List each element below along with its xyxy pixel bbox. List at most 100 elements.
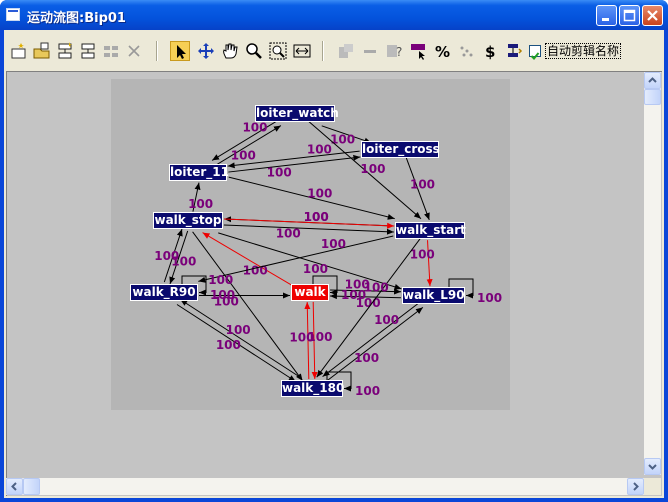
scroll-left-button[interactable] bbox=[6, 478, 23, 495]
delete-transition-button[interactable] bbox=[78, 41, 98, 61]
horizontal-scrollbar[interactable] bbox=[6, 478, 644, 495]
client-area: ? % $ 自动剪辑名称 100 100 100 100 100 100 100… bbox=[4, 30, 664, 498]
transition-weight-label: 100 bbox=[289, 331, 314, 345]
transition-weight-label: 100 bbox=[216, 338, 241, 352]
self-loop-weight-label: 100 bbox=[210, 288, 235, 302]
open-clip-button[interactable] bbox=[32, 41, 52, 61]
auto-clip-names-checkbox[interactable] bbox=[529, 45, 541, 60]
transition-weight-label: 100 bbox=[226, 323, 251, 337]
transition-weight-label: 100 bbox=[374, 313, 399, 327]
toolbar-separator bbox=[156, 41, 158, 61]
help-icon: ? bbox=[387, 45, 402, 59]
transition-weight-label: 100 bbox=[410, 247, 435, 261]
clip-node-walk_R90[interactable]: walk_R90 bbox=[130, 284, 198, 301]
random-icon bbox=[460, 46, 473, 57]
clip-node-walk[interactable]: walk bbox=[291, 284, 329, 301]
flag-icon bbox=[411, 44, 425, 60]
self-loop-weight-label: 100 bbox=[477, 291, 502, 305]
clip-node-walk_180[interactable]: walk_180 bbox=[281, 380, 344, 397]
horizontal-scroll-thumb[interactable] bbox=[23, 478, 40, 495]
clip-node-loiter_cross[interactable]: loiter_cross bbox=[361, 141, 440, 158]
transition-weight-label: 100 bbox=[354, 351, 379, 365]
marker-button[interactable] bbox=[504, 41, 524, 61]
script-icon bbox=[339, 44, 353, 58]
transition-edge-walk_stop-to-walk_180[interactable] bbox=[192, 231, 303, 382]
new-clip-button[interactable] bbox=[9, 41, 29, 61]
scrollbar-corner bbox=[644, 478, 661, 495]
random-button[interactable] bbox=[456, 41, 476, 61]
delete-icon bbox=[128, 45, 140, 57]
line-button[interactable] bbox=[360, 41, 380, 61]
app-icon bbox=[6, 8, 20, 21]
insert-transition-button[interactable] bbox=[55, 41, 75, 61]
svg-text:$: $ bbox=[485, 43, 495, 61]
pan-button[interactable] bbox=[220, 41, 240, 61]
transition-weight-label: 100 bbox=[307, 143, 332, 157]
transition-weight-label: 100 bbox=[171, 254, 196, 268]
transition-edge-walk_L90-to-walk_180[interactable] bbox=[322, 302, 420, 378]
clip-node-walk_stop[interactable]: walk_stop bbox=[153, 212, 223, 229]
dollar-button[interactable]: $ bbox=[480, 41, 500, 61]
scroll-right-icon bbox=[633, 482, 639, 491]
move-icon bbox=[198, 43, 214, 59]
transition-weight-label: 100 bbox=[330, 132, 355, 146]
transition-weight-label: 100 bbox=[267, 165, 292, 179]
select-icon bbox=[177, 45, 186, 59]
scroll-up-button[interactable] bbox=[644, 72, 661, 89]
graph-area[interactable]: 100 100 100 100 100 100 100 100 100 100 100 100 100 1… bbox=[111, 79, 510, 410]
delete-transition-icon bbox=[81, 43, 95, 59]
vertical-scrollbar[interactable] bbox=[644, 72, 661, 475]
transition-weight-label: 100 bbox=[276, 227, 301, 241]
maximize-button[interactable] bbox=[619, 5, 640, 26]
self-loop-weight-label: 100 bbox=[341, 288, 366, 302]
svg-text:?: ? bbox=[396, 45, 402, 59]
clip-node-walk_start[interactable]: walk_start bbox=[395, 222, 466, 239]
flag-button[interactable] bbox=[408, 41, 428, 61]
transition-weight-label: 100 bbox=[307, 187, 332, 201]
script-button[interactable] bbox=[336, 41, 356, 61]
select-button[interactable] bbox=[170, 41, 190, 61]
zoom-region-icon bbox=[269, 42, 287, 60]
delete-button[interactable] bbox=[124, 41, 144, 61]
move-button[interactable] bbox=[196, 41, 216, 61]
checkmark-icon bbox=[530, 52, 540, 60]
minimize-button[interactable] bbox=[596, 5, 617, 26]
scroll-down-button[interactable] bbox=[644, 458, 661, 475]
motion-flow-canvas[interactable]: 100 100 100 100 100 100 100 100 100 100 100 100 100 1… bbox=[6, 71, 662, 496]
transition-weight-label: 100 bbox=[231, 148, 256, 162]
dollar-icon: $ bbox=[485, 43, 495, 61]
title-bar[interactable]: 运动流图:Bip01 bbox=[0, 0, 668, 30]
window-title: 运动流图:Bip01 bbox=[27, 11, 126, 26]
help-button[interactable]: ? bbox=[384, 41, 404, 61]
clip-node-loiter_11[interactable]: loiter_11 bbox=[169, 164, 229, 181]
zoom-icon bbox=[246, 43, 262, 59]
transition-weight-label: 100 bbox=[360, 162, 385, 176]
close-button[interactable] bbox=[642, 5, 663, 26]
scroll-up-icon bbox=[648, 77, 657, 83]
transition-weight-label: 100 bbox=[364, 280, 389, 294]
transition-weight-label: 100 bbox=[208, 273, 233, 287]
minimize-icon bbox=[602, 18, 609, 21]
marker-icon bbox=[508, 44, 523, 57]
transition-edge-walk_180-to-walk_R90[interactable] bbox=[180, 299, 300, 377]
scroll-right-button[interactable] bbox=[627, 478, 644, 495]
clip-node-loiter_watch[interactable]: loiter_watch bbox=[255, 105, 339, 122]
scroll-down-icon bbox=[648, 464, 657, 470]
zoom-button[interactable] bbox=[244, 41, 264, 61]
optimize-icon bbox=[104, 46, 118, 57]
line-icon bbox=[364, 50, 376, 53]
percent-button[interactable]: % bbox=[432, 41, 452, 61]
transition-weight-label: 100 bbox=[321, 237, 346, 251]
fit-width-button[interactable] bbox=[292, 41, 312, 61]
optimize-button[interactable] bbox=[101, 41, 121, 61]
self-loop-weight-label: 100 bbox=[355, 384, 380, 398]
toolbar: ? % $ 自动剪辑名称 bbox=[4, 30, 664, 70]
insert-transition-icon bbox=[58, 42, 72, 59]
clip-node-walk_L90[interactable]: walk_L90 bbox=[402, 287, 465, 304]
scroll-left-icon bbox=[11, 482, 17, 491]
vertical-scroll-thumb[interactable] bbox=[644, 89, 661, 105]
auto-clip-names-label[interactable]: 自动剪辑名称 bbox=[545, 43, 622, 59]
zoom-region-button[interactable] bbox=[268, 41, 288, 61]
transition-edge-walk_stop-to-walk_start[interactable] bbox=[223, 224, 394, 235]
transition-weight-label: 100 bbox=[303, 262, 328, 276]
